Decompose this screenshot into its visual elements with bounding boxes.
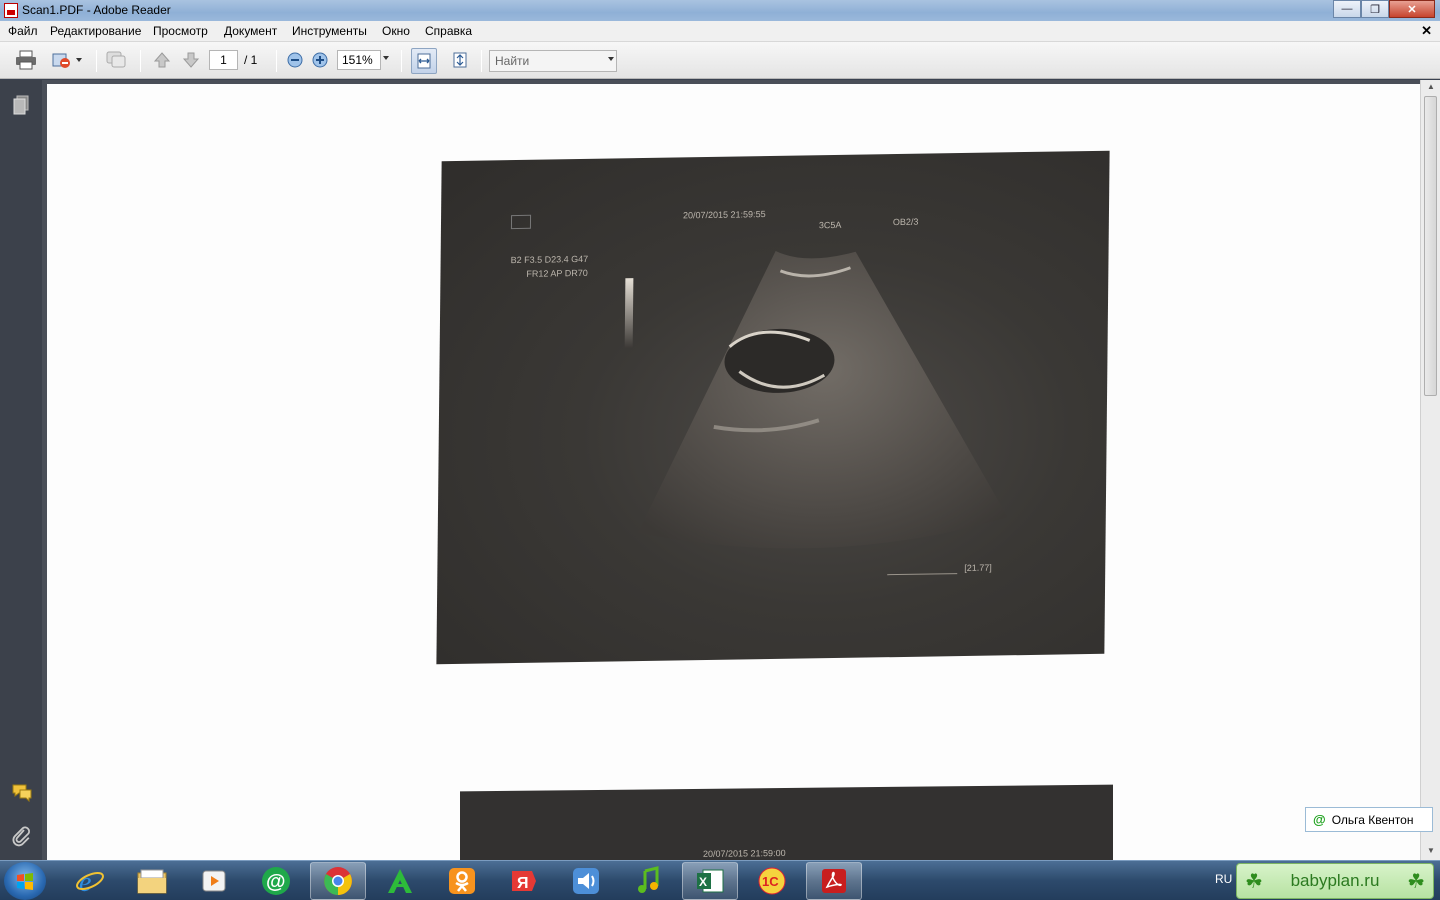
zoom-dropdown-icon[interactable] [383,56,389,60]
menu-edit[interactable]: Редактирование [50,24,141,38]
scroll-up-icon[interactable]: ▲ [1427,82,1435,91]
find-input[interactable]: Найти [489,50,617,72]
page-number-input[interactable]: 1 [209,50,238,70]
start-button[interactable] [4,862,46,900]
music-icon[interactable] [620,862,676,900]
menu-bar: Файл Редактирование Просмотр Документ Ин… [0,21,1440,42]
menu-window[interactable]: Окно [382,24,410,38]
navigation-pane [0,80,42,860]
file-explorer-icon[interactable] [124,862,180,900]
babyplan-widget[interactable]: ☘ babyplan.ru ☘ [1236,863,1434,899]
toolbar-separator [481,50,482,72]
share-icon[interactable] [50,49,74,71]
print-icon[interactable] [14,49,38,71]
next-page-icon[interactable] [179,49,203,71]
scale-line [887,573,958,576]
scroll-thumb[interactable] [1424,96,1437,396]
chrome-icon[interactable] [310,862,366,900]
svg-text:X: X [699,875,707,889]
zoom-in-icon[interactable] [308,49,332,71]
scan2-datetime: 20/07/2015 21:59:00 [703,848,786,859]
clover-icon: ☘ [1407,870,1425,893]
chat-notification[interactable]: @ Ольга Квентон [1305,807,1433,832]
menu-help[interactable]: Справка [425,24,472,38]
scan-preset: OB2/3 [892,216,919,228]
scan-datetime: 20/07/2015 21:59:55 [682,209,766,221]
zoom-out-icon[interactable] [283,49,307,71]
toolbar-separator [401,50,402,72]
internet-explorer-icon[interactable]: e [62,862,118,900]
svg-text:Я: Я [517,875,529,892]
comment-icon[interactable] [104,49,128,71]
svg-text:e: e [79,867,91,896]
toolbar-separator [96,50,97,72]
chat-contact-name: Ольга Квентон [1331,812,1414,827]
1c-icon[interactable]: 1С [744,862,800,900]
close-button[interactable]: ✕ [1389,0,1435,18]
fit-page-icon[interactable] [448,49,472,71]
previous-page-icon[interactable] [150,49,174,71]
menu-tools[interactable]: Инструменты [292,24,367,38]
odnoklassniki-icon[interactable] [434,862,490,900]
zoom-level-input[interactable]: 151% [337,50,381,70]
ultrasound-fan [637,250,1008,549]
page-total: / 1 [244,53,258,67]
toolbar: 1 / 1 151% Найти [0,42,1440,79]
vertical-scrollbar[interactable]: ▲ ▼ [1420,80,1440,860]
mail-agent-app-icon[interactable]: @ [248,862,304,900]
windows-logo-icon [17,873,33,890]
input-language[interactable]: RU [1215,872,1232,886]
logo-mark [510,214,532,230]
adobe-reader-icon[interactable] [806,862,862,900]
window-controls: — ❐ ✕ [1333,0,1435,18]
pdf-page: 20/07/2015 21:59:55 3C5A OB2/3 B2 F3.5 D… [47,84,1420,864]
taskbar: e @ Я X 1С RU ☘ babyplan.ru ☘ [0,860,1440,900]
svg-text:@: @ [266,871,286,893]
find-dropdown-icon[interactable] [608,57,614,61]
menu-file[interactable]: Файл [8,24,38,38]
excel-icon[interactable]: X [682,862,738,900]
fit-width-icon[interactable] [411,48,437,74]
svg-text:1С: 1С [762,874,779,889]
menu-view[interactable]: Просмотр [153,24,208,38]
attachments-icon[interactable] [11,825,31,847]
media-player-icon[interactable] [186,862,242,900]
minimize-button[interactable]: — [1333,0,1361,18]
acrobat-green-icon[interactable] [372,862,428,900]
yandex-browser-icon[interactable]: Я [496,862,552,900]
toolbar-separator [140,50,141,72]
ultrasound-image-1: 20/07/2015 21:59:55 3C5A OB2/3 B2 F3.5 D… [436,150,1110,665]
close-document-icon[interactable]: ✕ [1421,23,1432,39]
pdf-icon [4,3,18,18]
window-title: Scan1.PDF - Adobe Reader [22,3,171,17]
comments-icon[interactable] [11,782,32,803]
mail-agent-icon: @ [1313,812,1326,827]
maximize-button[interactable]: ❐ [1361,0,1389,18]
menu-document[interactable]: Документ [224,24,277,38]
clover-icon: ☘ [1245,870,1263,893]
ultrasound-image-2: 20/07/2015 21:59:00 [460,784,1113,864]
audio-icon[interactable] [558,862,614,900]
title-bar: Scan1.PDF - Adobe Reader — ❐ ✕ [0,0,1440,21]
scan-params-1: B2 F3.5 D23.4 G47 [510,253,589,266]
grayscale-bar [624,278,634,349]
babyplan-label: babyplan.ru [1290,871,1380,890]
scan-measurement: [21.77] [964,562,992,574]
pages-icon[interactable] [11,94,31,115]
document-area[interactable]: 20/07/2015 21:59:55 3C5A OB2/3 B2 F3.5 D… [42,80,1440,864]
share-dropdown-icon[interactable] [72,49,86,71]
toolbar-separator [276,50,277,72]
scan-probe: 3C5A [818,219,842,231]
scroll-down-icon[interactable]: ▼ [1427,846,1435,855]
scan-params-2: FR12 AP DR70 [526,267,588,279]
